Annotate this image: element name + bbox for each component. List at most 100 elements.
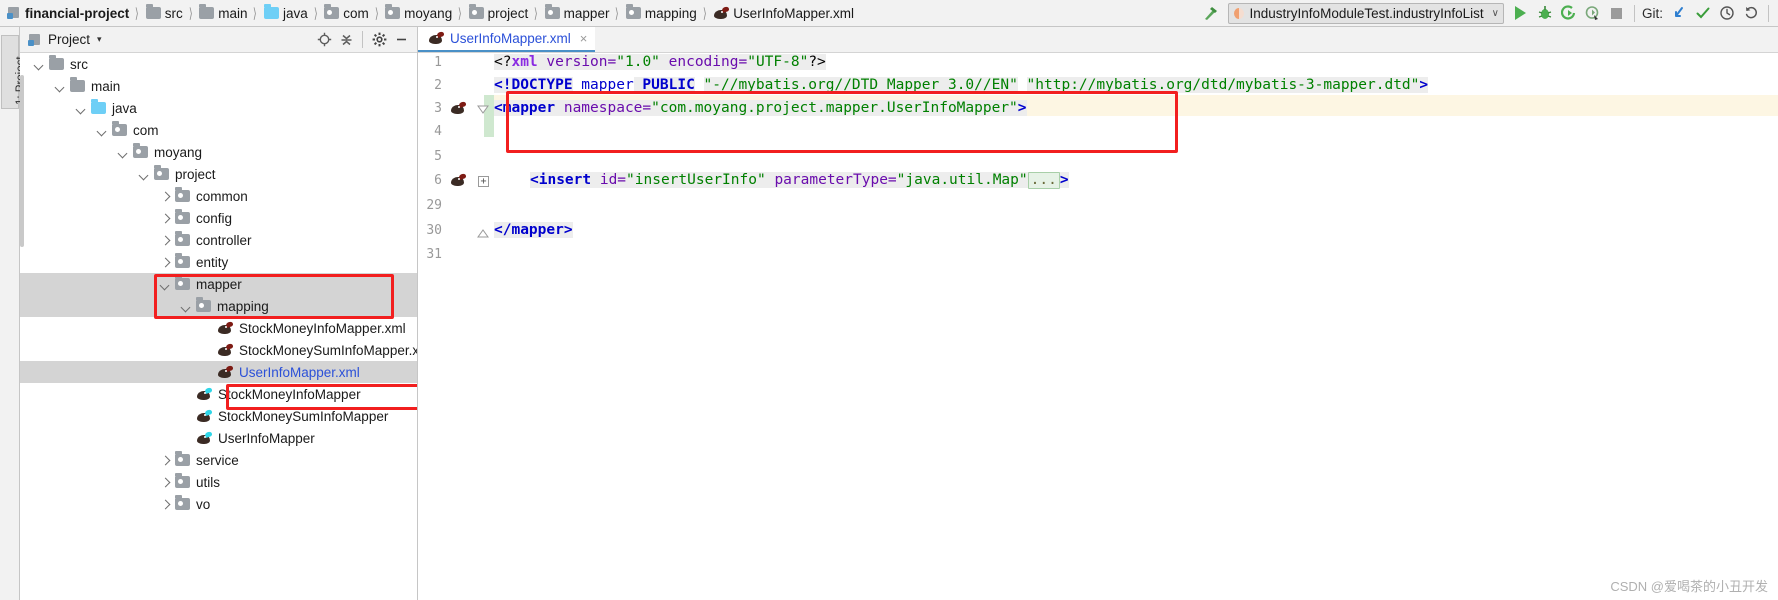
code-token: "insertUserInfo" bbox=[626, 172, 766, 188]
fold-expand-marker-line6[interactable]: + bbox=[478, 176, 489, 187]
tree-item-entity[interactable]: entity bbox=[20, 251, 417, 273]
tree-item-label: UserInfoMapper bbox=[218, 430, 315, 446]
package-icon bbox=[625, 4, 641, 19]
close-icon[interactable]: × bbox=[580, 31, 588, 46]
breadcrumb-item-userinfomapper-xml[interactable]: UserInfoMapper.xml bbox=[710, 1, 856, 26]
tree-item-service[interactable]: service bbox=[20, 449, 417, 471]
fold-collapse-marker-line3[interactable] bbox=[477, 104, 489, 116]
mybatis-gutter-icon[interactable] bbox=[450, 101, 467, 115]
line-number: 3 bbox=[434, 101, 442, 116]
fold-collapse-marker-line30[interactable] bbox=[477, 228, 489, 240]
chevron-right-icon[interactable] bbox=[160, 213, 171, 224]
chevron-right-icon[interactable] bbox=[160, 455, 171, 466]
run-button[interactable] bbox=[1509, 1, 1533, 25]
breadcrumb-item-project[interactable]: project bbox=[466, 1, 531, 26]
chevron-down-icon[interactable] bbox=[34, 59, 45, 70]
chevron-right-icon[interactable] bbox=[160, 235, 171, 246]
collapse-all-button[interactable] bbox=[335, 29, 357, 51]
git-update-button[interactable] bbox=[1667, 1, 1691, 25]
breadcrumb-item-main[interactable]: main bbox=[196, 1, 249, 26]
run-configuration-selector[interactable]: IndustryInfoModuleTest.industryInfoList … bbox=[1227, 2, 1504, 24]
editor-tab-label: UserInfoMapper.xml bbox=[450, 30, 571, 46]
git-commit-button[interactable] bbox=[1691, 1, 1715, 25]
git-history-button[interactable] bbox=[1715, 1, 1739, 25]
chevron-down-icon[interactable] bbox=[118, 147, 129, 158]
breadcrumb-item-src[interactable]: src bbox=[143, 1, 185, 26]
tree-item-label: service bbox=[196, 452, 239, 468]
tree-item-mapping[interactable]: mapping bbox=[20, 295, 417, 317]
mybatis-java-icon bbox=[196, 431, 213, 445]
breadcrumb-item-java[interactable]: java bbox=[261, 1, 310, 26]
code-token: "UTF-8" bbox=[747, 54, 809, 70]
chevron-down-icon[interactable] bbox=[76, 103, 87, 114]
breadcrumb-item-com[interactable]: com bbox=[321, 1, 371, 26]
tree-item-label: src bbox=[70, 56, 88, 72]
tree-item-stockmoneyinfomapper-xml[interactable]: StockMoneyInfoMapper.xml bbox=[20, 317, 417, 339]
chevron-down-icon[interactable] bbox=[160, 279, 171, 290]
chevron-right-icon[interactable] bbox=[160, 477, 171, 488]
tree-item-project[interactable]: project bbox=[20, 163, 417, 185]
breadcrumb-label: UserInfoMapper.xml bbox=[733, 5, 854, 21]
breadcrumb-item-financial-project[interactable]: financial-project bbox=[4, 1, 131, 26]
chevron-right-icon[interactable] bbox=[160, 499, 171, 510]
tree-item-vo[interactable]: vo bbox=[20, 493, 417, 515]
build-button[interactable] bbox=[1199, 1, 1223, 25]
tree-item-main[interactable]: main bbox=[20, 75, 417, 97]
chevron-down-icon[interactable] bbox=[181, 301, 192, 312]
debug-button[interactable] bbox=[1533, 1, 1557, 25]
chevron-down-icon: ∨ bbox=[1491, 7, 1499, 19]
chevron-down-icon[interactable] bbox=[97, 125, 108, 136]
code-token: ?> bbox=[808, 54, 826, 70]
tree-item-userinfomapper-xml[interactable]: UserInfoMapper.xml bbox=[20, 361, 417, 383]
project-tree[interactable]: src main java com moyang project common config c… bbox=[20, 53, 417, 515]
folder-icon bbox=[199, 4, 215, 19]
tree-item-label: vo bbox=[196, 496, 211, 512]
tree-item-stockmoneysuminfomapper[interactable]: StockMoneySumInfoMapper bbox=[20, 405, 417, 427]
tree-item-java[interactable]: java bbox=[20, 97, 417, 119]
tree-item-stockmoneysuminfomapper-xml[interactable]: StockMoneySumInfoMapper.xml bbox=[20, 339, 417, 361]
chevron-right-icon[interactable] bbox=[160, 257, 171, 268]
breadcrumb-item-moyang[interactable]: moyang bbox=[382, 1, 454, 26]
tree-item-controller[interactable]: controller bbox=[20, 229, 417, 251]
code-token: "http://mybatis.org/dtd/mybatis-3-mapper… bbox=[1026, 77, 1420, 93]
tree-item-mapper[interactable]: mapper bbox=[20, 273, 417, 295]
chevron-down-icon[interactable] bbox=[55, 81, 66, 92]
run-coverage-button[interactable] bbox=[1557, 1, 1581, 25]
breadcrumb-item-mapping[interactable]: mapping bbox=[623, 1, 699, 26]
tree-item-utils[interactable]: utils bbox=[20, 471, 417, 493]
profile-button[interactable] bbox=[1581, 1, 1605, 25]
project-tree-scrollbar[interactable] bbox=[20, 75, 24, 247]
tree-item-com[interactable]: com bbox=[20, 119, 417, 141]
tree-item-moyang[interactable]: moyang bbox=[20, 141, 417, 163]
mybatis-gutter-icon[interactable] bbox=[450, 173, 467, 187]
tree-item-config[interactable]: config bbox=[20, 207, 417, 229]
editor-tab-userinfomapper-xml[interactable]: UserInfoMapper.xml × bbox=[418, 27, 596, 52]
hide-button[interactable] bbox=[390, 29, 412, 51]
tree-item-src[interactable]: src bbox=[20, 53, 417, 75]
code-token: "1.0" bbox=[616, 54, 660, 70]
stop-button[interactable] bbox=[1605, 1, 1629, 25]
chevron-down-icon[interactable] bbox=[139, 169, 150, 180]
locate-in-tree-button[interactable] bbox=[313, 29, 335, 51]
tool-window-tab-project[interactable]: 1: Project bbox=[1, 35, 27, 109]
breadcrumb-item-mapper[interactable]: mapper bbox=[542, 1, 612, 26]
tree-item-stockmoneyinfomapper[interactable]: StockMoneyInfoMapper bbox=[20, 383, 417, 405]
navbar-right-toolbar: IndustryInfoModuleTest.industryInfoList … bbox=[1199, 0, 1778, 26]
git-rollback-button[interactable] bbox=[1739, 1, 1763, 25]
chevron-right-icon[interactable] bbox=[160, 191, 171, 202]
chevron-down-icon[interactable]: ▾ bbox=[97, 34, 102, 45]
gear-icon bbox=[372, 32, 386, 47]
line-number: 30 bbox=[426, 223, 442, 238]
code-line-1: <?xml version="1.0" encoding="UTF-8"?> bbox=[494, 54, 826, 70]
settings-button[interactable] bbox=[368, 29, 390, 51]
changed-lines-marker bbox=[484, 116, 494, 137]
tree-item-userinfomapper[interactable]: UserInfoMapper bbox=[20, 427, 417, 449]
code-editor[interactable]: 1 2 3 4 5 6 29 30 31 + <?xml version="1.… bbox=[418, 53, 1778, 600]
folded-region-placeholder[interactable]: ... bbox=[1027, 172, 1060, 189]
breadcrumb-separator: ⟩ bbox=[253, 4, 258, 21]
tree-item-common[interactable]: common bbox=[20, 185, 417, 207]
toolbar-divider bbox=[1633, 4, 1635, 22]
run-coverage-icon bbox=[1560, 5, 1576, 20]
